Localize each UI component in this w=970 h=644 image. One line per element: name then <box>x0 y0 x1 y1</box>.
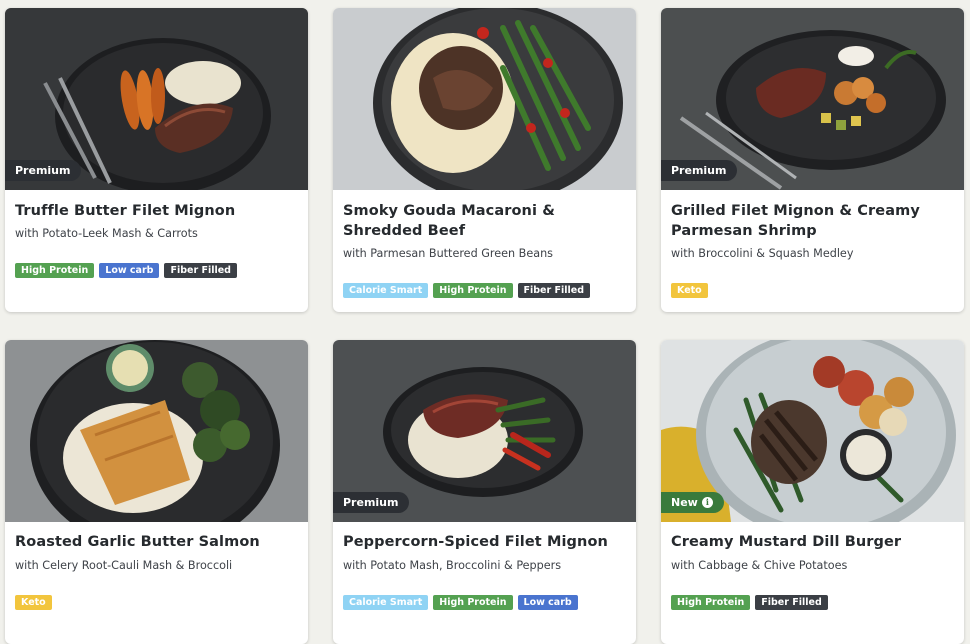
meal-subtitle: with Cabbage & Chive Potatoes <box>671 559 848 572</box>
tag-fiber-filled: Fiber Filled <box>755 595 828 610</box>
premium-badge: Premium <box>333 492 410 513</box>
info-icon[interactable]: i <box>701 497 713 508</box>
meal-subtitle: with Potato Mash, Broccolini & Peppers <box>343 559 562 572</box>
meal-title[interactable]: Grilled Filet Mignon & Creamy Parmesan S… <box>671 201 952 241</box>
meal-title[interactable]: Smoky Gouda Macaroni & Shredded Beef <box>343 201 624 241</box>
tag-calorie-smart: Calorie Smart <box>343 283 429 298</box>
meal-photo[interactable] <box>333 8 636 190</box>
tag-list: High Protein Fiber Filled <box>671 595 828 610</box>
tag-fiber-filled: Fiber Filled <box>517 283 590 298</box>
premium-badge: Premium <box>5 160 82 181</box>
tag-list: High Protein Low carb Fiber Filled <box>15 263 237 278</box>
tag-calorie-smart: Calorie Smart <box>343 595 429 610</box>
meal-card[interactable]: Premium Truffle Butter Filet Mignon with… <box>5 8 308 312</box>
tag-high-protein: High Protein <box>15 263 95 278</box>
tag-list: Keto <box>671 283 708 298</box>
tag-high-protein: High Protein <box>433 595 513 610</box>
new-badge[interactable]: New i <box>661 492 724 513</box>
tag-list: Calorie Smart High Protein Low carb <box>343 595 578 610</box>
meal-grid: Premium Truffle Butter Filet Mignon with… <box>0 0 970 644</box>
tag-fiber-filled: Fiber Filled <box>164 263 237 278</box>
premium-badge: Premium <box>661 160 738 181</box>
tag-list: Calorie Smart High Protein Fiber Filled <box>343 283 590 298</box>
tag-list: Keto <box>15 595 52 610</box>
meal-photo[interactable] <box>5 340 308 522</box>
tag-low-carb: Low carb <box>99 263 160 278</box>
meal-subtitle: with Potato-Leek Mash & Carrots <box>15 227 198 240</box>
tag-low-carb: Low carb <box>517 595 578 610</box>
tag-high-protein: High Protein <box>671 595 751 610</box>
meal-title[interactable]: Roasted Garlic Butter Salmon <box>15 532 296 552</box>
meal-subtitle: with Parmesan Buttered Green Beans <box>343 247 553 260</box>
meal-subtitle: with Broccolini & Squash Medley <box>671 247 854 260</box>
meal-card[interactable]: Smoky Gouda Macaroni & Shredded Beef wit… <box>333 8 636 312</box>
meal-subtitle: with Celery Root-Cauli Mash & Broccoli <box>15 559 233 572</box>
tag-keto: Keto <box>671 283 708 298</box>
meal-card[interactable]: Premium Grilled Filet Mignon & Creamy Pa… <box>661 8 964 312</box>
tag-keto: Keto <box>15 595 52 610</box>
tag-high-protein: High Protein <box>433 283 513 298</box>
meal-card[interactable]: New i Creamy Mustard Dill Burger with Ca… <box>661 340 964 644</box>
meal-card[interactable]: Premium Peppercorn-Spiced Filet Mignon w… <box>333 340 636 644</box>
meal-title[interactable]: Creamy Mustard Dill Burger <box>671 532 952 552</box>
meal-card[interactable]: Roasted Garlic Butter Salmon with Celery… <box>5 340 308 644</box>
meal-title[interactable]: Peppercorn-Spiced Filet Mignon <box>343 532 624 552</box>
meal-title[interactable]: Truffle Butter Filet Mignon <box>15 201 296 221</box>
